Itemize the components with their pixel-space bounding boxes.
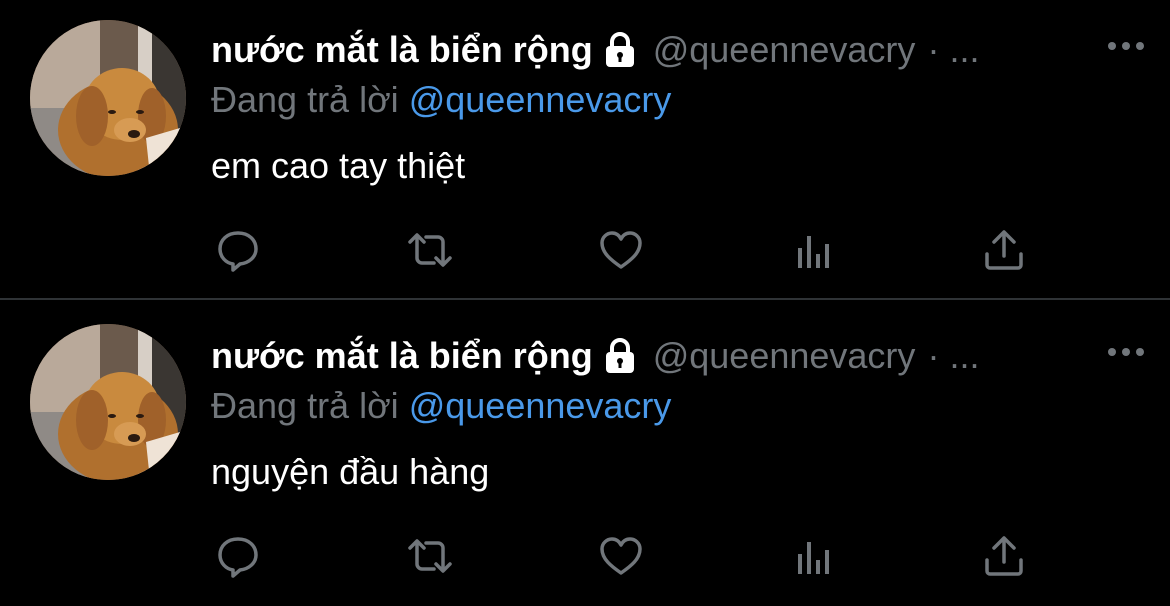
display-name[interactable]: nước mắt là biển rộng bbox=[211, 334, 593, 378]
avatar[interactable] bbox=[30, 324, 186, 480]
display-name[interactable]: nước mắt là biển rộng bbox=[211, 28, 593, 72]
analytics-icon bbox=[798, 236, 829, 268]
analytics-icon bbox=[798, 542, 829, 574]
handle[interactable]: @queennevacry bbox=[653, 28, 916, 72]
retweet-icon bbox=[408, 539, 452, 573]
like-button[interactable] bbox=[593, 222, 649, 278]
analytics-button[interactable] bbox=[785, 222, 841, 278]
reply-button[interactable] bbox=[210, 222, 266, 278]
tweet-text: nguyện đầu hàng bbox=[211, 451, 490, 492]
separator-dot: · bbox=[927, 29, 940, 70]
retweet-button[interactable] bbox=[402, 528, 458, 584]
tweet[interactable]: nước mắt là biển rộng @queennevacry · ..… bbox=[0, 0, 1170, 300]
reply-context: Đang trả lời @queennevacry bbox=[211, 384, 671, 428]
share-button[interactable] bbox=[976, 222, 1032, 278]
dog-avatar-image bbox=[30, 324, 186, 480]
handle[interactable]: @queennevacry bbox=[653, 334, 916, 378]
lock-icon bbox=[601, 337, 639, 375]
tweet-feed: nước mắt là biển rộng @queennevacry · ..… bbox=[0, 0, 1170, 606]
share-button[interactable] bbox=[976, 528, 1032, 584]
timestamp-truncated: ... bbox=[949, 29, 980, 70]
retweet-icon bbox=[408, 233, 452, 267]
like-icon bbox=[600, 231, 642, 269]
avatar[interactable] bbox=[30, 20, 186, 176]
tweet-header: nước mắt là biển rộng @queennevacry · ..… bbox=[211, 334, 979, 378]
tweet-actions bbox=[0, 222, 1170, 282]
share-icon bbox=[985, 536, 1023, 576]
retweet-button[interactable] bbox=[402, 222, 458, 278]
analytics-button[interactable] bbox=[785, 528, 841, 584]
share-icon bbox=[985, 230, 1023, 270]
like-button[interactable] bbox=[593, 528, 649, 584]
reply-mention-link[interactable]: @queennevacry bbox=[409, 79, 672, 120]
tweet-actions bbox=[0, 528, 1170, 588]
reply-context: Đang trả lời @queennevacry bbox=[211, 78, 671, 122]
more-icon[interactable] bbox=[1106, 36, 1146, 56]
separator-dot: · bbox=[927, 335, 940, 376]
timestamp-truncated: ... bbox=[949, 335, 980, 376]
reply-icon bbox=[218, 231, 258, 272]
like-icon bbox=[600, 537, 642, 575]
lock-icon bbox=[601, 31, 639, 69]
tweet-text: em cao tay thiệt bbox=[211, 145, 466, 186]
reply-mention-link[interactable]: @queennevacry bbox=[409, 385, 672, 426]
reply-icon bbox=[218, 537, 258, 578]
dog-avatar-image bbox=[30, 20, 186, 176]
reply-prefix: Đang trả lời bbox=[211, 385, 399, 426]
tweet[interactable]: nước mắt là biển rộng @queennevacry · ..… bbox=[0, 300, 1170, 606]
tweet-header: nước mắt là biển rộng @queennevacry · ..… bbox=[211, 28, 979, 72]
reply-button[interactable] bbox=[210, 528, 266, 584]
more-icon[interactable] bbox=[1106, 342, 1146, 362]
reply-prefix: Đang trả lời bbox=[211, 79, 399, 120]
